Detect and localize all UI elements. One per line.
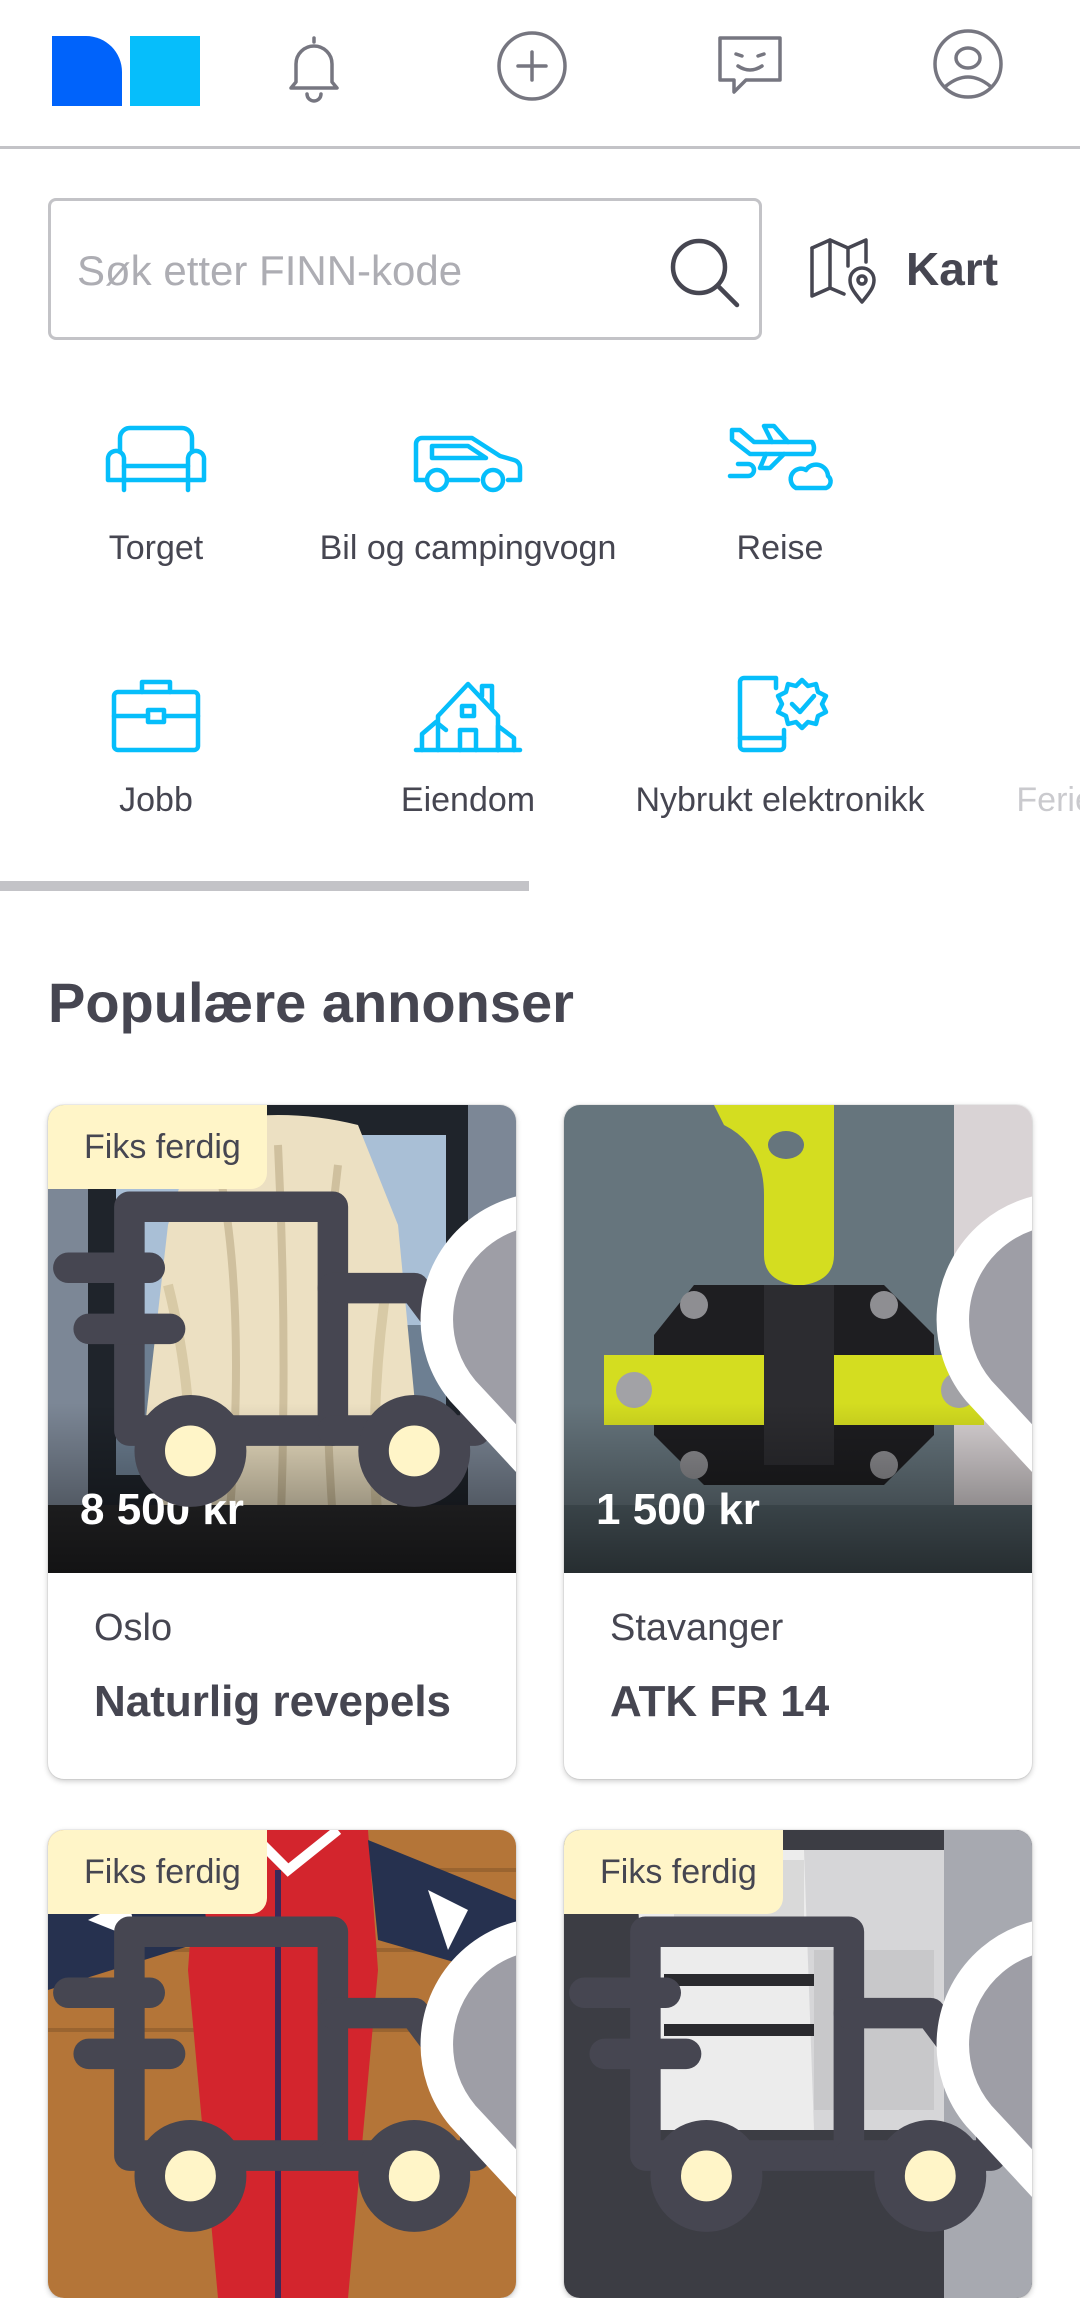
fiks-ferdig-badge: Fiks ferdig	[48, 1105, 491, 1507]
ad-card[interactable]: Fiks ferdig	[48, 1830, 516, 2298]
search-icon[interactable]	[665, 233, 745, 313]
phone-check-icon	[737, 675, 829, 753]
category-partial-top[interactable]	[936, 416, 1080, 506]
category-jobb[interactable]: Jobb	[0, 668, 312, 824]
fiks-ferdig-badge: Fiks ferdig	[48, 1830, 491, 2232]
category-nybrukt-elektronikk[interactable]: Nybrukt elektronikk	[624, 668, 936, 824]
category-icon	[1032, 416, 1080, 506]
house-icon	[413, 681, 523, 753]
ad-image: 8 500 kr Fiks ferdig	[48, 1105, 516, 1573]
cabin-icon	[1032, 668, 1080, 758]
car-icon	[413, 435, 523, 493]
section-title: Populære annonser	[48, 971, 574, 1034]
favorite-heart-button[interactable]	[398, 1882, 516, 2197]
category-torget[interactable]: Torget	[0, 416, 312, 572]
favorite-heart-button[interactable]	[398, 1157, 516, 1472]
category-label: Bil og campingvogn	[319, 529, 617, 567]
ad-price: 1 500 kr	[596, 1485, 760, 1534]
user-circle-icon[interactable]	[930, 28, 1006, 104]
ad-card[interactable]: 1 500 kr Stavanger ATK FR 14	[564, 1105, 1032, 1779]
search-input[interactable]	[75, 237, 639, 305]
message-smile-icon[interactable]	[712, 28, 788, 104]
ad-title: Naturlig revepels	[94, 1677, 452, 1726]
ad-image: Fiks ferdig	[564, 1830, 1032, 2298]
category-label: Reise	[736, 529, 824, 567]
airplane-icon	[727, 423, 833, 491]
favorite-heart-button[interactable]	[914, 1157, 1032, 1472]
category-eiendom[interactable]: Eiendom	[312, 668, 624, 824]
category-scrollbar[interactable]	[0, 881, 529, 891]
category-label: Jobb	[119, 781, 193, 819]
favorite-heart-button[interactable]	[914, 1882, 1032, 2197]
ad-image: Fiks ferdig	[48, 1830, 516, 2298]
ad-info: Oslo Naturlig revepels	[48, 1573, 516, 1779]
heart-icon	[420, 1921, 516, 2197]
map-pin-icon	[810, 238, 876, 304]
briefcase-icon	[111, 679, 201, 753]
heart-icon	[936, 1196, 1032, 1472]
fiks-ferdig-badge: Fiks ferdig	[564, 1830, 1007, 2232]
ad-info: Stavanger ATK FR 14	[564, 1573, 1032, 1779]
heart-icon	[936, 1921, 1032, 2197]
sofa-icon	[105, 425, 207, 493]
map-button[interactable]: Kart	[808, 228, 1008, 308]
category-label: Eiendom	[400, 781, 536, 819]
category-grid: Torget Bil og campingvogn Reise Jobb Eie…	[0, 390, 1080, 880]
ad-title: ATK FR 14	[610, 1677, 830, 1726]
ad-card[interactable]: 8 500 kr Fiks ferdig Oslo Naturlig revep…	[48, 1105, 516, 1779]
category-label: Nybrukt elektronikk	[635, 781, 925, 819]
category-feriehytte[interactable]: Feriehytte	[936, 668, 1080, 824]
bell-icon[interactable]	[276, 28, 352, 104]
ad-card[interactable]: Fiks ferdig	[564, 1830, 1032, 2298]
finn-logo[interactable]	[52, 36, 200, 106]
category-reise[interactable]: Reise	[624, 416, 936, 572]
map-label: Kart	[906, 243, 999, 295]
ad-location: Oslo	[94, 1607, 173, 1649]
heart-icon	[420, 1196, 516, 1472]
category-label: Feriehytte	[1016, 781, 1080, 819]
ad-image: 1 500 kr	[564, 1105, 1032, 1573]
category-bil-og-campingvogn[interactable]: Bil og campingvogn	[312, 416, 624, 572]
finn-code-search	[48, 198, 762, 340]
top-nav-bar	[0, 0, 1080, 149]
ad-location: Stavanger	[610, 1607, 784, 1649]
plus-circle-icon[interactable]	[494, 28, 570, 104]
category-label: Torget	[108, 529, 204, 567]
